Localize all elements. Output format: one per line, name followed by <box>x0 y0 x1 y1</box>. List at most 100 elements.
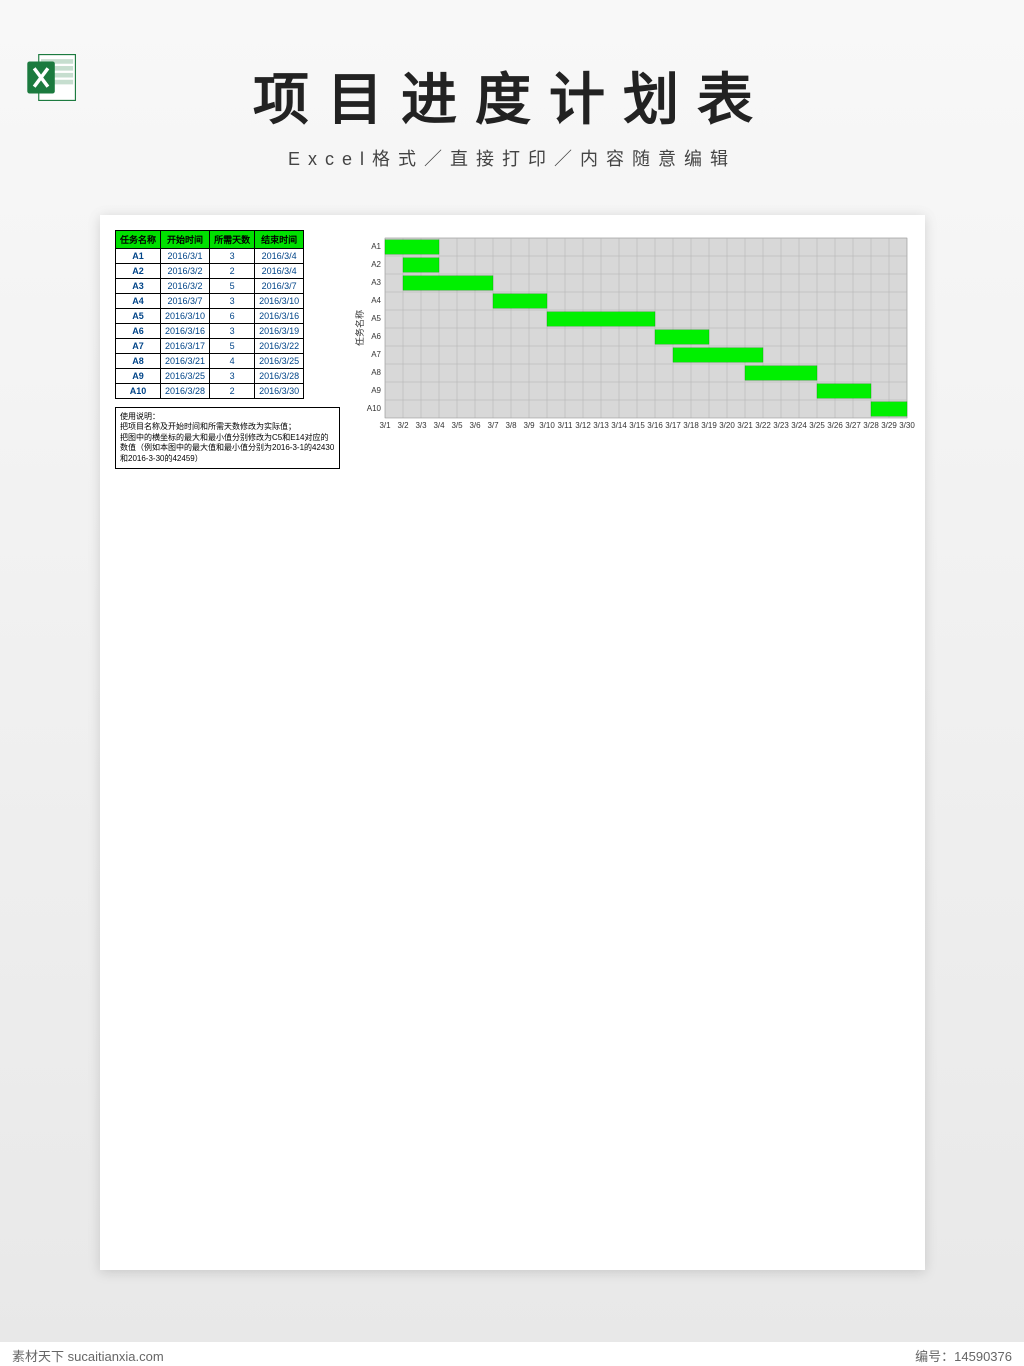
table-cell: A10 <box>116 384 161 399</box>
svg-text:3/4: 3/4 <box>433 421 445 430</box>
note-line: 把项目名称及开始时间和所需天数修改为实际值； <box>120 422 335 432</box>
svg-text:3/20: 3/20 <box>719 421 735 430</box>
table-row: A22016/3/222016/3/4 <box>116 264 304 279</box>
table-cell: A8 <box>116 354 161 369</box>
table-cell: A7 <box>116 339 161 354</box>
table-cell: A2 <box>116 264 161 279</box>
svg-text:3/13: 3/13 <box>593 421 609 430</box>
table-cell: 2016/3/7 <box>161 294 210 309</box>
svg-text:3/24: 3/24 <box>791 421 807 430</box>
table-cell: 2016/3/30 <box>255 384 304 399</box>
table-cell: 2016/3/25 <box>255 354 304 369</box>
schedule-table: 任务名称开始时间所需天数结束时间 A12016/3/132016/3/4A220… <box>115 230 304 399</box>
table-cell: 3 <box>210 324 255 339</box>
table-header: 任务名称 <box>116 231 161 249</box>
svg-text:3/16: 3/16 <box>647 421 663 430</box>
svg-text:A10: A10 <box>367 404 382 413</box>
svg-text:3/11: 3/11 <box>558 421 574 430</box>
table-cell: A4 <box>116 294 161 309</box>
table-cell: 2 <box>210 384 255 399</box>
svg-text:3/30: 3/30 <box>899 421 915 430</box>
svg-text:3/15: 3/15 <box>629 421 645 430</box>
table-cell: 6 <box>210 309 255 324</box>
note-line: 使用说明： <box>120 412 335 422</box>
table-row: A92016/3/2532016/3/28 <box>116 369 304 384</box>
table-row: A72016/3/1752016/3/22 <box>116 339 304 354</box>
table-cell: A3 <box>116 279 161 294</box>
svg-text:A8: A8 <box>371 368 381 377</box>
svg-text:任务名称: 任务名称 <box>355 310 365 346</box>
svg-text:3/14: 3/14 <box>611 421 627 430</box>
table-header: 所需天数 <box>210 231 255 249</box>
table-cell: 2016/3/22 <box>255 339 304 354</box>
svg-text:3/25: 3/25 <box>809 421 825 430</box>
table-cell: 2016/3/28 <box>255 369 304 384</box>
table-cell: A6 <box>116 324 161 339</box>
svg-text:3/23: 3/23 <box>773 421 789 430</box>
svg-text:3/19: 3/19 <box>701 421 717 430</box>
table-cell: 2016/3/2 <box>161 279 210 294</box>
table-row: A102016/3/2822016/3/30 <box>116 384 304 399</box>
table-cell: 3 <box>210 294 255 309</box>
note-line: 把图中的横坐标的最大和最小值分别修改为C5和E14对应的数值（例如本图中的最大值… <box>120 433 335 464</box>
svg-text:3/9: 3/9 <box>523 421 535 430</box>
table-row: A12016/3/132016/3/4 <box>116 249 304 264</box>
table-cell: 2016/3/28 <box>161 384 210 399</box>
table-row: A52016/3/1062016/3/16 <box>116 309 304 324</box>
svg-text:3/26: 3/26 <box>827 421 843 430</box>
svg-text:3/17: 3/17 <box>665 421 681 430</box>
svg-text:3/18: 3/18 <box>683 421 699 430</box>
table-cell: 2 <box>210 264 255 279</box>
gantt-chart: A1A2A3A4A5A6A7A8A9A103/13/23/33/43/53/63… <box>355 230 915 440</box>
table-cell: 5 <box>210 339 255 354</box>
svg-text:A4: A4 <box>371 296 381 305</box>
instructions-box: 使用说明： 把项目名称及开始时间和所需天数修改为实际值； 把图中的横坐标的最大和… <box>115 407 340 469</box>
table-row: A42016/3/732016/3/10 <box>116 294 304 309</box>
table-row: A32016/3/252016/3/7 <box>116 279 304 294</box>
table-cell: A1 <box>116 249 161 264</box>
svg-text:3/6: 3/6 <box>469 421 481 430</box>
footer-id: 编号：14590376 <box>915 1346 1012 1362</box>
table-cell: 2016/3/17 <box>161 339 210 354</box>
table-cell: 2016/3/2 <box>161 264 210 279</box>
table-cell: 3 <box>210 369 255 384</box>
footer-source: 素材天下 sucaitianxia.com <box>12 1346 164 1362</box>
table-cell: 4 <box>210 354 255 369</box>
svg-text:A1: A1 <box>371 242 381 251</box>
svg-text:3/5: 3/5 <box>451 421 463 430</box>
table-cell: 2016/3/10 <box>161 309 210 324</box>
table-row: A62016/3/1632016/3/19 <box>116 324 304 339</box>
table-row: A82016/3/2142016/3/25 <box>116 354 304 369</box>
svg-text:3/28: 3/28 <box>863 421 879 430</box>
table-header: 开始时间 <box>161 231 210 249</box>
svg-text:3/8: 3/8 <box>505 421 517 430</box>
svg-text:A3: A3 <box>371 278 381 287</box>
svg-text:3/12: 3/12 <box>575 421 591 430</box>
svg-text:3/2: 3/2 <box>397 421 409 430</box>
table-cell: 2016/3/19 <box>255 324 304 339</box>
table-cell: 2016/3/4 <box>255 249 304 264</box>
table-cell: 3 <box>210 249 255 264</box>
svg-text:3/22: 3/22 <box>755 421 771 430</box>
table-cell: 2016/3/16 <box>255 309 304 324</box>
svg-text:3/29: 3/29 <box>881 421 897 430</box>
table-cell: 2016/3/25 <box>161 369 210 384</box>
table-header: 结束时间 <box>255 231 304 249</box>
svg-text:3/7: 3/7 <box>487 421 499 430</box>
table-cell: A9 <box>116 369 161 384</box>
svg-text:3/1: 3/1 <box>379 421 391 430</box>
table-cell: 5 <box>210 279 255 294</box>
table-cell: 2016/3/10 <box>255 294 304 309</box>
svg-text:A9: A9 <box>371 386 381 395</box>
table-cell: 2016/3/1 <box>161 249 210 264</box>
page-subtitle: Excel格式／直接打印／内容随意编辑 <box>0 145 1024 171</box>
svg-text:A7: A7 <box>371 350 381 359</box>
table-cell: 2016/3/16 <box>161 324 210 339</box>
table-cell: 2016/3/7 <box>255 279 304 294</box>
svg-text:3/10: 3/10 <box>539 421 555 430</box>
svg-text:A5: A5 <box>371 314 381 323</box>
svg-text:3/27: 3/27 <box>845 421 861 430</box>
svg-text:3/3: 3/3 <box>415 421 427 430</box>
svg-text:A6: A6 <box>371 332 381 341</box>
page-footer: 素材天下 sucaitianxia.com 编号：14590376 <box>0 1342 1024 1366</box>
